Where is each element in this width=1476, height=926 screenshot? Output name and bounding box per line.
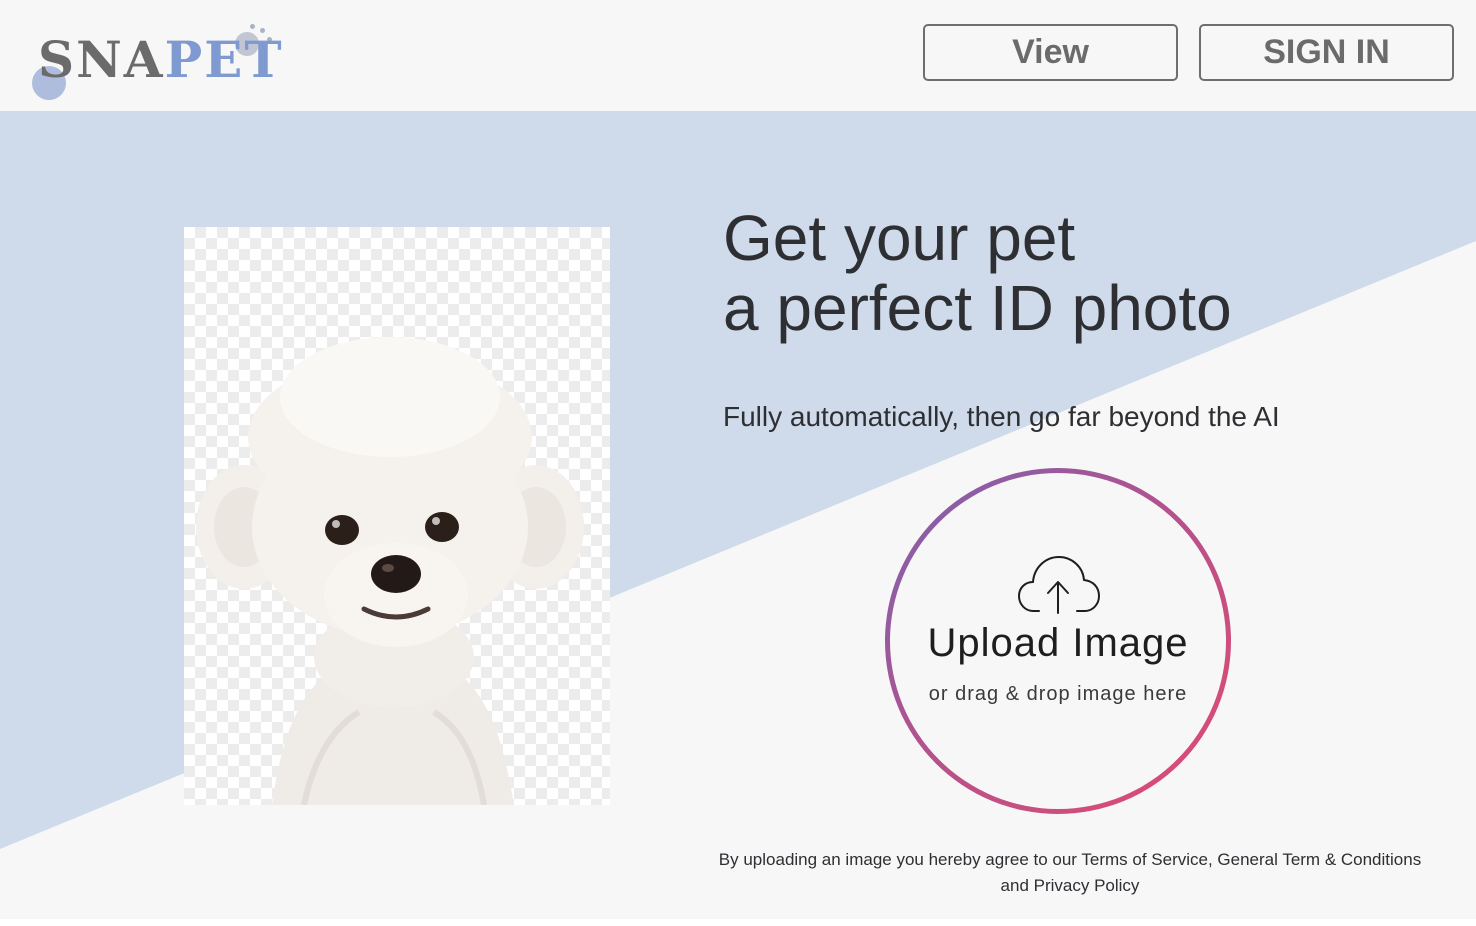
pet-photo-sample — [184, 227, 610, 805]
upload-image-button[interactable]: Upload Image or drag & drop image here — [885, 468, 1231, 814]
logo-text-sna: SNA — [38, 30, 165, 89]
headline-line-1: Get your pet — [723, 202, 1076, 274]
page-bottom-strip — [0, 919, 1476, 926]
upload-image-label: Upload Image — [927, 621, 1189, 665]
logo-text-pet: PET — [164, 30, 284, 89]
hero-headline: Get your pet a perfect ID photo — [723, 203, 1232, 343]
upload-dropzone[interactable]: Upload Image or drag & drop image here — [890, 473, 1226, 809]
view-button[interactable]: View — [923, 24, 1178, 81]
logo-dot — [250, 24, 255, 29]
snapet-logo[interactable]: SNAPET — [30, 20, 282, 100]
terms-notice-line-1: By uploading an image you hereby agree t… — [718, 850, 1422, 869]
hero-section: Get your pet a perfect ID photo Fully au… — [0, 111, 1476, 919]
hero-subtitle: Fully automatically, then go far beyond … — [723, 401, 1280, 432]
logo-wordmark: SNAPET — [38, 32, 284, 88]
terms-notice-line-2: and Privacy Policy — [1000, 876, 1140, 895]
top-bar: SNAPET View SIGN IN — [0, 0, 1476, 111]
headline-line-2: a perfect ID photo — [723, 272, 1232, 344]
cloud-upload-icon — [1018, 556, 1100, 614]
sign-in-button[interactable]: SIGN IN — [1199, 24, 1454, 81]
dog-illustration — [196, 337, 584, 805]
terms-notice: By uploading an image you hereby agree t… — [700, 847, 1440, 899]
upload-drag-drop-hint: or drag & drop image here — [928, 683, 1188, 705]
